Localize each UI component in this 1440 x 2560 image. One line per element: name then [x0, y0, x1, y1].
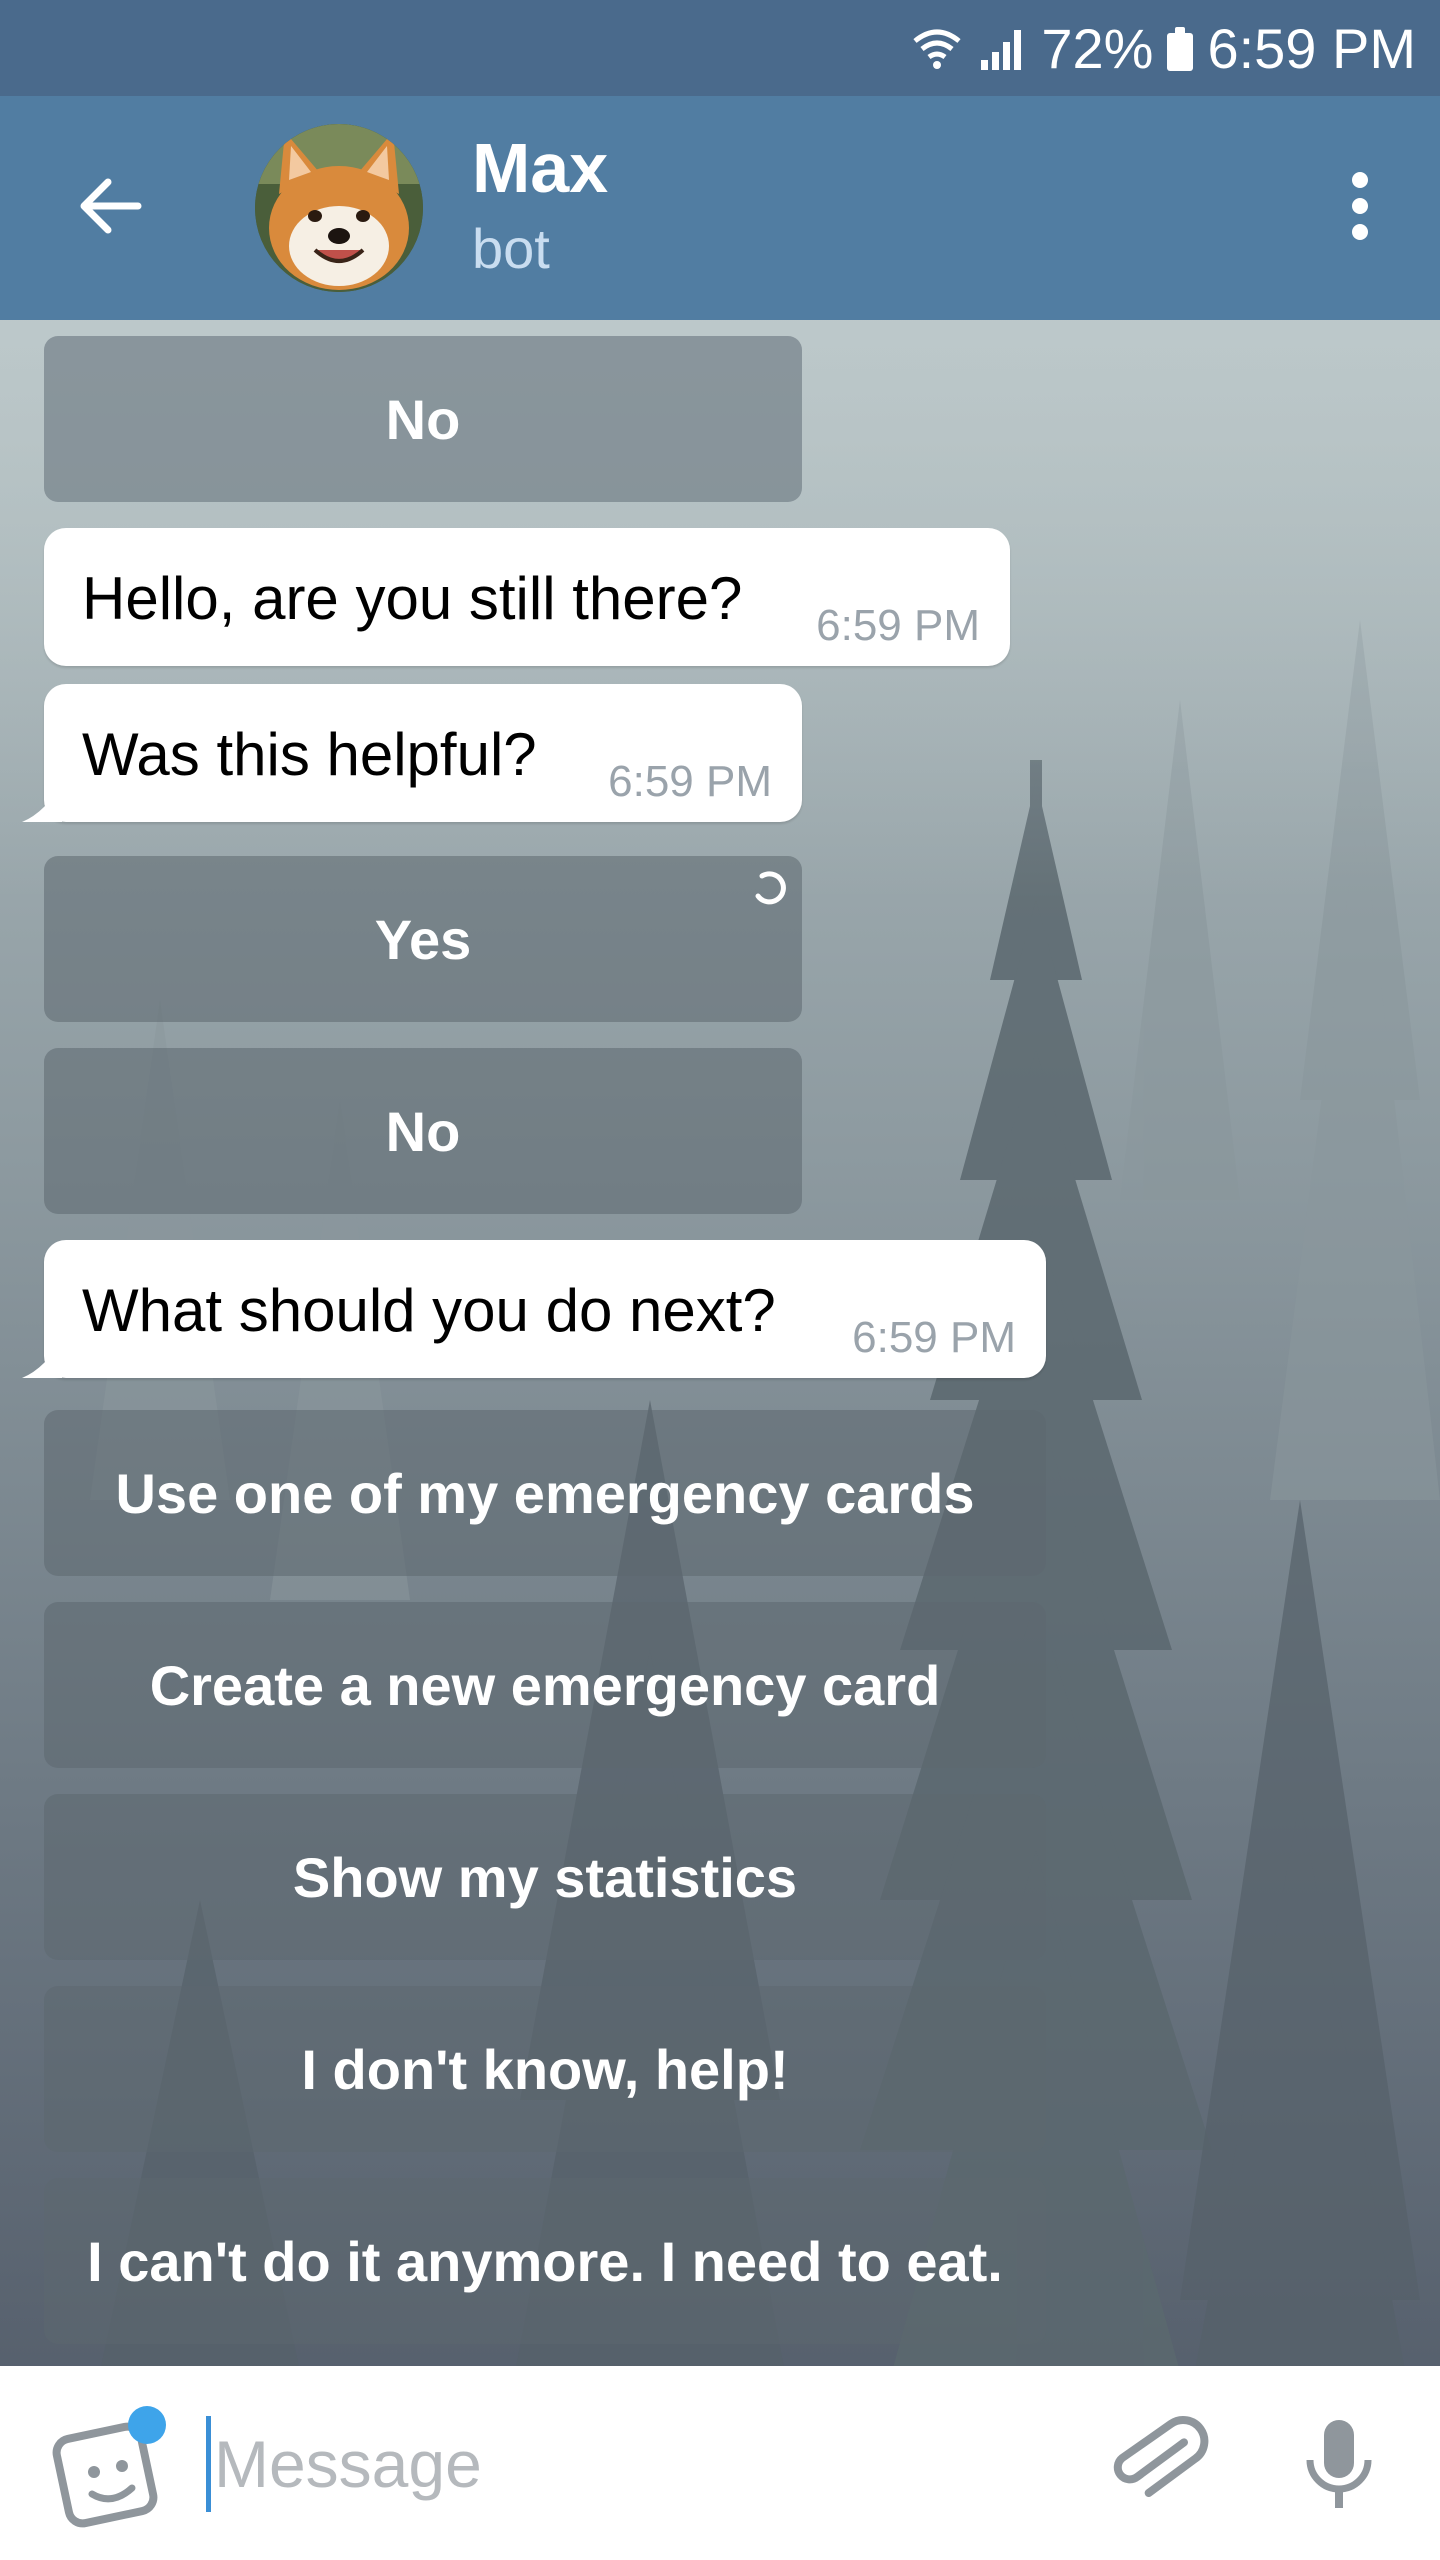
reply-button-need-to-eat[interactable]: I can't do it anymore. I need to eat. — [44, 2178, 1046, 2344]
message-time: 6:59 PM — [816, 601, 980, 650]
message-list[interactable]: No Hello, are you still there? 6:59 PM W… — [0, 320, 1440, 2366]
more-vert-icon — [1352, 172, 1368, 188]
message-bubble[interactable]: Was this helpful? 6:59 PM — [22, 684, 802, 822]
sticker-button[interactable] — [52, 2406, 172, 2530]
message-bubble[interactable]: What should you do next? 6:59 PM — [22, 1240, 1046, 1378]
reply-button-label: Show my statistics — [292, 1845, 798, 1909]
chat-subtitle: bot — [472, 217, 550, 280]
battery-percent: 72% — [1041, 17, 1154, 80]
back-arrow-icon — [80, 178, 142, 234]
reply-button-label: Create a new emergency card — [149, 1653, 941, 1717]
reply-button-use-emergency-card[interactable]: Use one of my emergency cards — [44, 1410, 1046, 1576]
reply-button-label: Use one of my emergency cards — [115, 1461, 975, 1525]
status-time: 6:59 PM — [1207, 17, 1416, 80]
text-cursor — [206, 2416, 211, 2512]
reply-button-no[interactable]: No — [44, 336, 802, 502]
battery-icon — [1167, 27, 1194, 71]
message-text: Hello, are you still there? — [82, 565, 743, 632]
paperclip-icon — [1113, 2416, 1209, 2498]
reply-button-create-emergency-card[interactable]: Create a new emergency card — [44, 1602, 1046, 1768]
loading-spinner-icon — [755, 871, 786, 905]
message-bubble[interactable]: Hello, are you still there? 6:59 PM — [44, 528, 1010, 666]
microphone-icon — [1306, 2420, 1372, 2508]
reply-button-no[interactable]: No — [44, 1048, 802, 1214]
reply-button-show-statistics[interactable]: Show my statistics — [44, 1794, 1046, 1960]
voice-record-button[interactable] — [1284, 2408, 1394, 2518]
message-text: Was this helpful? — [82, 721, 537, 788]
reply-button-yes[interactable]: Yes — [44, 856, 802, 1022]
signal-icon — [981, 30, 1022, 70]
more-vert-icon-dot — [1352, 198, 1368, 214]
bubble-tail — [22, 782, 62, 822]
status-icons: 72% 6:59 PM — [911, 14, 1416, 84]
message-text: What should you do next? — [82, 1277, 776, 1344]
notification-dot — [128, 2406, 166, 2444]
more-options-button[interactable] — [1320, 156, 1400, 256]
chat-header: Max bot — [0, 96, 1440, 320]
avatar[interactable] — [255, 124, 423, 292]
message-input[interactable] — [214, 2414, 1034, 2514]
message-composer — [0, 2366, 1440, 2560]
status-bar: 72% 6:59 PM — [0, 0, 1440, 96]
chat-title: Max — [472, 129, 609, 207]
reply-button-help[interactable]: I don't know, help! — [44, 1986, 1046, 2152]
message-time: 6:59 PM — [608, 757, 772, 806]
reply-button-label: No — [385, 1099, 461, 1163]
wifi-icon — [913, 29, 961, 69]
message-time: 6:59 PM — [852, 1313, 1016, 1362]
attach-button[interactable] — [1102, 2408, 1212, 2518]
back-button[interactable] — [60, 156, 160, 256]
reply-button-label: Yes — [374, 907, 472, 971]
reply-button-label: I don't know, help! — [301, 2037, 789, 2101]
bubble-tail — [22, 1338, 62, 1378]
shiba-dog-avatar-image — [255, 124, 423, 292]
reply-button-label: I can't do it anymore. I need to eat. — [87, 2229, 1003, 2293]
reply-button-label: No — [385, 387, 461, 451]
more-vert-icon-dot — [1352, 224, 1368, 240]
